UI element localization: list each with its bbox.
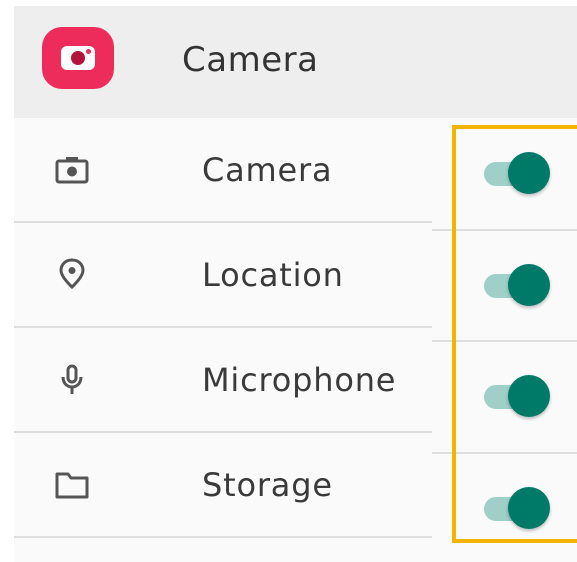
divider (432, 229, 577, 231)
app-permissions-screen: Camera Camera Location Microphone Storag… (0, 0, 577, 562)
permission-row-storage[interactable]: Storage (14, 433, 432, 537)
toggle-thumb (508, 487, 550, 529)
page-title: Camera (182, 40, 319, 80)
toggle-thumb (508, 152, 550, 194)
toggle-thumb (508, 264, 550, 306)
app-header: Camera (14, 6, 577, 118)
folder-icon (55, 472, 89, 499)
divider (14, 536, 432, 538)
location-pin-icon (59, 258, 85, 289)
permission-label: Storage (202, 466, 333, 504)
microphone-icon (61, 364, 83, 394)
camera-permission-toggle[interactable] (484, 152, 554, 196)
camera-icon (55, 157, 89, 184)
divider (432, 452, 577, 454)
permission-label: Camera (202, 151, 333, 189)
divider (432, 340, 577, 342)
permission-label: Location (202, 256, 344, 294)
permission-row-location[interactable]: Location (14, 223, 432, 327)
permission-row-microphone[interactable]: Microphone (14, 328, 432, 432)
permission-row-camera[interactable]: Camera (14, 118, 432, 222)
camera-app-icon (42, 27, 114, 89)
storage-permission-toggle[interactable] (484, 487, 554, 531)
location-permission-toggle[interactable] (484, 264, 554, 308)
permission-label: Microphone (202, 361, 397, 399)
toggle-thumb (508, 375, 550, 417)
microphone-permission-toggle[interactable] (484, 375, 554, 419)
